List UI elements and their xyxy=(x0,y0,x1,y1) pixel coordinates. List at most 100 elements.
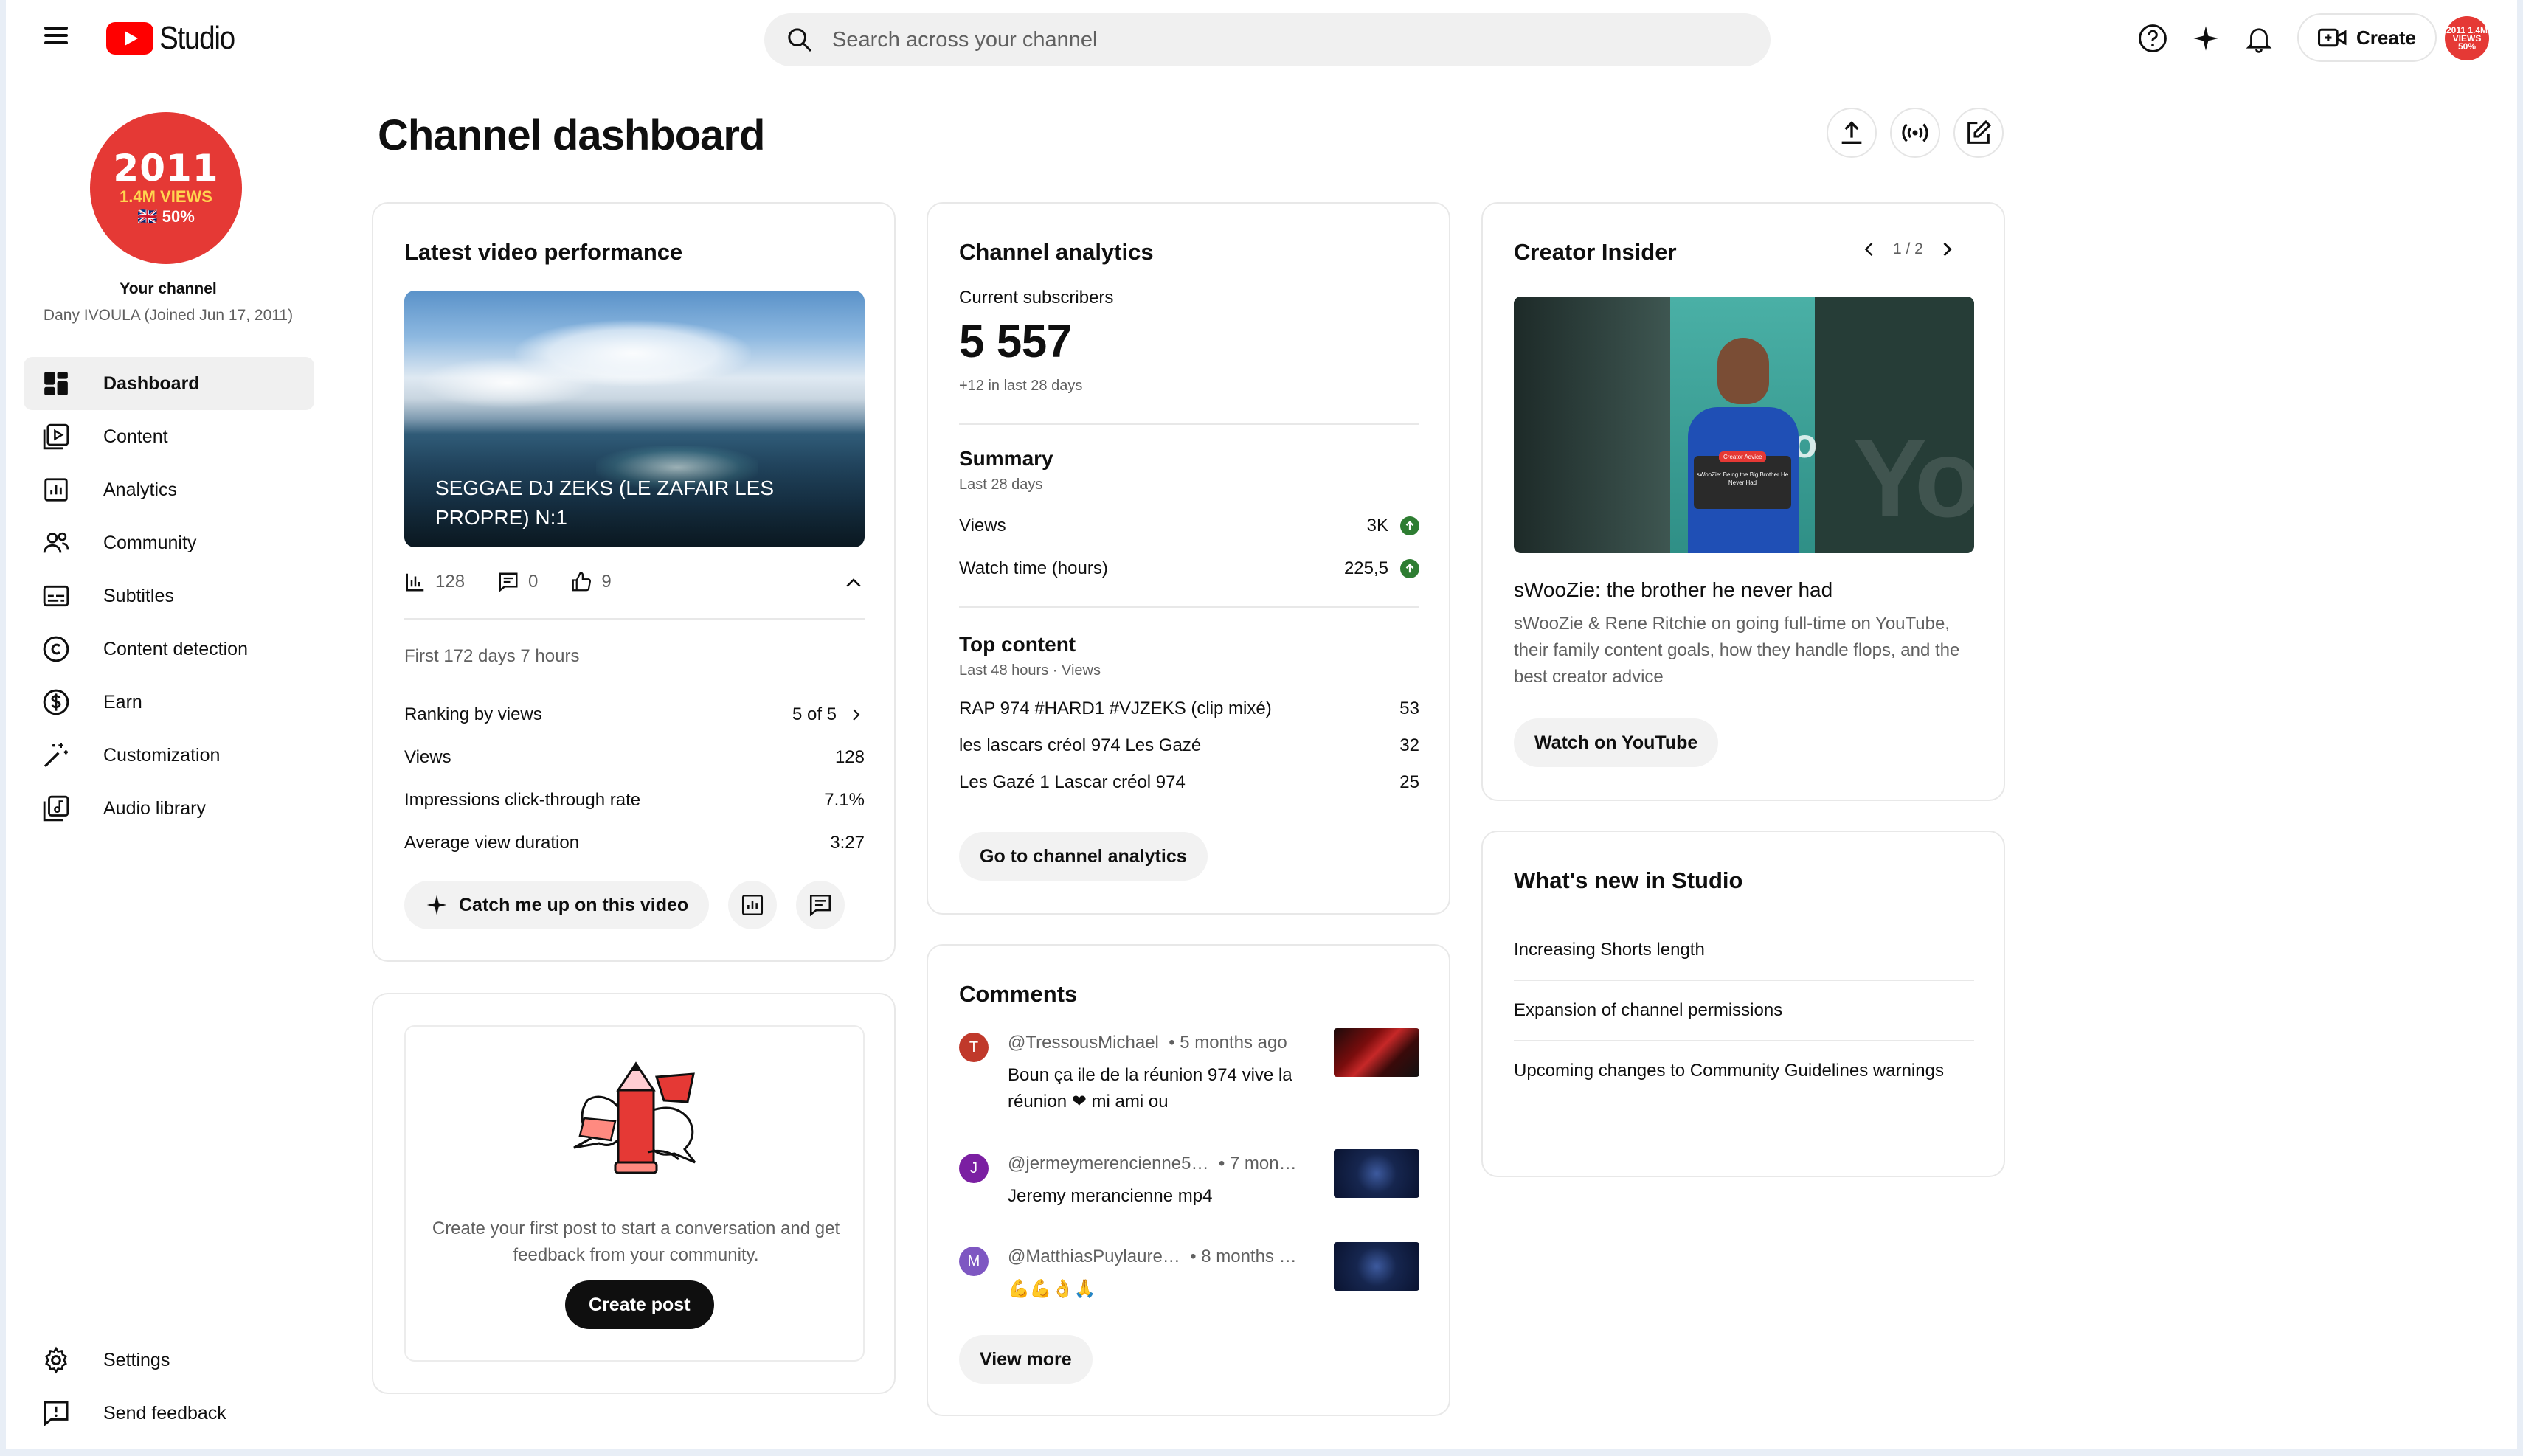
create-post-panel: Create your first post to start a conver… xyxy=(404,1025,865,1362)
title-actions xyxy=(1827,108,2004,158)
top-content-period: Last 48 hours · Views xyxy=(959,662,1101,679)
comment-time: • 7 mon… xyxy=(1218,1154,1297,1174)
sidebar-item-content-detection[interactable]: Content detection xyxy=(24,623,314,676)
subscribers-delta: +12 in last 28 days xyxy=(959,378,1083,394)
whats-new-item[interactable]: Increasing Shorts length xyxy=(1514,921,1974,981)
sidebar-item-subtitles[interactable]: Subtitles xyxy=(24,569,314,623)
metric-value: 7.1% xyxy=(824,790,865,810)
sidebar-item-customization[interactable]: Customization xyxy=(24,729,314,782)
comment-text: Jeremy merancienne mp4 xyxy=(1008,1186,1213,1206)
view-more-button[interactable]: View more xyxy=(959,1335,1093,1384)
top-content-title: Les Gazé 1 Lascar créol 974 xyxy=(959,772,1186,792)
sparkle-icon xyxy=(426,895,447,915)
ctr-row: Impressions click-through rate 7.1% xyxy=(404,779,865,822)
copyright-icon xyxy=(40,633,72,665)
top-icons xyxy=(2135,21,2277,56)
chevron-right-icon[interactable] xyxy=(1937,239,1957,260)
comment-avatar: J xyxy=(959,1154,989,1183)
top-content-views: 32 xyxy=(1399,735,1419,755)
hamburger-menu-icon[interactable] xyxy=(40,22,72,55)
sidebar-item-content[interactable]: Content xyxy=(24,410,314,463)
create-button[interactable]: Create xyxy=(2297,13,2437,62)
views-row: Views 128 xyxy=(404,736,865,779)
sidebar-item-community[interactable]: Community xyxy=(24,516,314,569)
sidebar-item-send-feedback[interactable]: Send feedback xyxy=(24,1387,314,1440)
help-icon[interactable] xyxy=(2135,21,2170,56)
create-post-card: Create your first post to start a conver… xyxy=(372,993,896,1394)
search-bar[interactable] xyxy=(764,13,1771,66)
comment-video-thumbnail[interactable] xyxy=(1334,1242,1419,1291)
ranking-value: 5 of 5 xyxy=(792,704,865,725)
likes-stat: 9 xyxy=(570,571,612,593)
sidebar-item-audio-library[interactable]: Audio library xyxy=(24,782,314,835)
top-content-row[interactable]: Les Gazé 1 Lascar créol 974 25 xyxy=(959,764,1419,801)
channel-avatar-year: 2011 xyxy=(113,147,219,190)
logo-text: Studio xyxy=(159,20,235,56)
views-stat: 128 xyxy=(404,571,465,593)
create-post-button[interactable]: Create post xyxy=(565,1280,714,1329)
sidebar-item-label: Earn xyxy=(103,691,142,713)
video-actions: Catch me up on this video xyxy=(404,881,845,929)
sidebar-item-analytics[interactable]: Analytics xyxy=(24,463,314,516)
channel-avatar[interactable]: 2011 1.4M VIEWS 🇬🇧 50% xyxy=(90,112,242,264)
comment-avatar: T xyxy=(959,1033,989,1062)
go-to-analytics-button[interactable]: Go to channel analytics xyxy=(959,832,1208,881)
studio-app: Studio Create 2011 1.4M VIEWS 50% 2011 xyxy=(6,0,2517,1449)
create-post-shortcut-button[interactable] xyxy=(1953,108,2004,158)
catch-me-up-button[interactable]: Catch me up on this video xyxy=(404,881,710,929)
arrow-up-icon xyxy=(1400,559,1419,578)
channel-owner: Dany IVOULA (Joined Jun 17, 2011) xyxy=(43,307,294,324)
comment-video-thumbnail[interactable] xyxy=(1334,1028,1419,1077)
insider-description: sWooZie & Rene Ritchie on going full-tim… xyxy=(1514,614,1960,687)
feedback-icon xyxy=(40,1397,72,1429)
edit-icon xyxy=(1967,119,1992,144)
subscribers-value: 5 557 xyxy=(959,316,1072,367)
metric-value: 3:27 xyxy=(830,833,865,853)
views-count: 128 xyxy=(435,572,466,592)
top-content-row[interactable]: les lascars créol 974 Les Gazé 32 xyxy=(959,727,1419,764)
create-label: Create xyxy=(2356,26,2416,49)
sparkle-icon[interactable] xyxy=(2188,21,2223,56)
upload-button[interactable] xyxy=(1827,108,1877,158)
comment-item[interactable]: M @MatthiasPuylaure… • 8 months … 💪💪👌🙏 xyxy=(959,1242,1419,1313)
community-icon xyxy=(40,527,72,559)
studio-logo[interactable]: Studio xyxy=(106,19,245,58)
insider-thumbnail[interactable]: Yo Yo sWooZie: Being the Big Brother He … xyxy=(1514,297,1974,553)
summary-value-group: 225,5 xyxy=(1344,558,1419,579)
video-analytics-button[interactable] xyxy=(728,881,778,929)
watch-on-youtube-button[interactable]: Watch on YouTube xyxy=(1514,718,1719,767)
whats-new-card: What's new in Studio Increasing Shorts l… xyxy=(1481,831,2005,1177)
arrow-up-icon xyxy=(1400,516,1419,535)
sidebar-item-earn[interactable]: Earn xyxy=(24,676,314,729)
comment-video-thumbnail[interactable] xyxy=(1334,1149,1419,1198)
summary-label: Views xyxy=(959,516,1006,535)
insider-title: sWooZie: the brother he never had xyxy=(1514,578,1833,601)
audio-library-icon xyxy=(40,792,72,825)
dollar-icon xyxy=(40,686,72,718)
whats-new-item[interactable]: Upcoming changes to Community Guidelines… xyxy=(1514,1041,1974,1100)
page-title: Channel dashboard xyxy=(378,111,765,159)
sidebar-item-settings[interactable]: Settings xyxy=(24,1334,314,1387)
whats-new-item[interactable]: Expansion of channel permissions xyxy=(1514,981,1974,1041)
search-input[interactable] xyxy=(832,27,1717,52)
summary-period: Last 28 days xyxy=(959,476,1043,493)
thumbnail-cloud xyxy=(419,357,596,409)
notifications-bell-icon[interactable] xyxy=(2241,21,2277,56)
ranking-row[interactable]: Ranking by views 5 of 5 xyxy=(404,693,865,736)
top-content-row[interactable]: RAP 974 #HARD1 #VJZEKS (clip mixé) 53 xyxy=(959,690,1419,727)
comment-meta: @MatthiasPuylaure… • 8 months … xyxy=(1008,1247,1297,1267)
account-avatar[interactable]: 2011 1.4M VIEWS 50% xyxy=(2445,16,2489,60)
comment-item[interactable]: T @TressousMichael • 5 months ago Boun ç… xyxy=(959,1028,1419,1121)
video-stats: 128 0 9 xyxy=(404,571,644,593)
chevron-up-icon[interactable] xyxy=(842,572,865,598)
video-thumbnail[interactable]: SEGGAE DJ ZEKS (LE ZAFAIR LES PROPRE) N:… xyxy=(404,291,865,547)
creator-insider-card: Creator Insider 1 / 2 Yo Yo sWooZie: Bei… xyxy=(1481,202,2005,801)
account-avatar-text: 2011 1.4M VIEWS 50% xyxy=(2446,24,2488,52)
sidebar-item-dashboard[interactable]: Dashboard xyxy=(24,357,314,410)
chevron-left-icon[interactable] xyxy=(1859,239,1880,260)
go-live-button[interactable] xyxy=(1890,108,1940,158)
summary-row-views: Views 3K xyxy=(959,505,1419,547)
video-comments-button[interactable] xyxy=(796,881,845,929)
sidebar-item-label: Settings xyxy=(103,1349,170,1370)
comment-item[interactable]: J @jermeymerencienne5… • 7 mon… Jeremy m… xyxy=(959,1149,1419,1220)
